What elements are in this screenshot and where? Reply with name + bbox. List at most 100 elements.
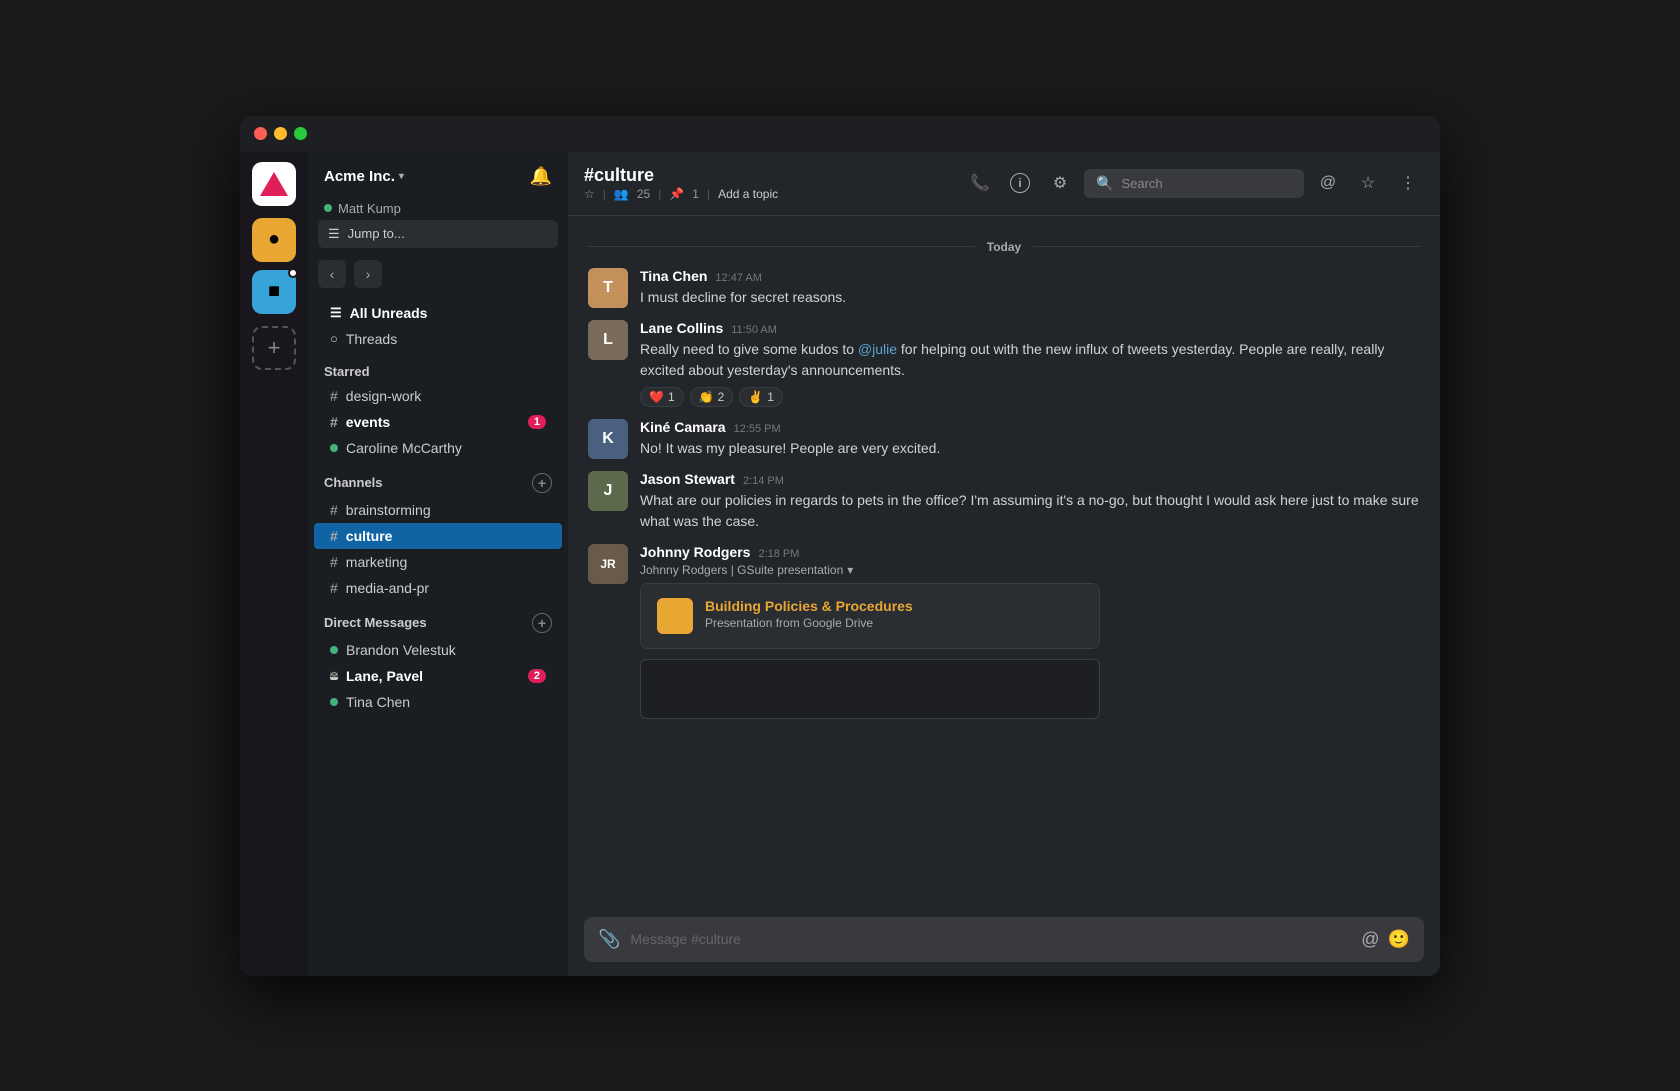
message-input-area: 📎 @ 🙂 bbox=[568, 907, 1440, 976]
message-author: Lane Collins bbox=[640, 320, 723, 336]
message-row: T Tina Chen 12:47 AM I must decline for … bbox=[568, 262, 1440, 314]
star-icon: ☆ bbox=[1361, 173, 1375, 193]
close-button[interactable] bbox=[254, 127, 267, 140]
pin-icon: 📌 bbox=[669, 187, 684, 201]
hash-icon: # bbox=[330, 554, 338, 570]
reactions-bar: ❤️ 1 👏 2 ✌️ 1 bbox=[640, 387, 1420, 407]
message-header: Kiné Camara 12:55 PM bbox=[640, 419, 1420, 435]
workspace-icon-blue[interactable]: ■ bbox=[252, 270, 296, 314]
channel-name-label: culture bbox=[346, 528, 393, 544]
sidebar-item-brandon[interactable]: Brandon Velestuk bbox=[314, 637, 562, 663]
gsuite-chevron-icon: ▾ bbox=[847, 563, 853, 577]
search-icon: 🔍 bbox=[1096, 175, 1113, 192]
workspace-name-text: Acme Inc. bbox=[324, 168, 395, 185]
header-actions: 📞 i ⚙ 🔍 @ ☆ bbox=[964, 167, 1424, 199]
sidebar-item-tina[interactable]: Tina Chen bbox=[314, 689, 562, 715]
channel-sidebar: Acme Inc. ▾ 🔔 Matt Kump ☰ Jump to... ‹ ›… bbox=[308, 152, 568, 976]
lane-badge: 2 bbox=[528, 669, 546, 683]
sidebar-item-culture[interactable]: # culture bbox=[314, 523, 562, 549]
info-icon: i bbox=[1010, 173, 1030, 193]
attachment-icon bbox=[657, 598, 693, 634]
message-header: Lane Collins 11:50 AM bbox=[640, 320, 1420, 336]
message-text: What are our policies in regards to pets… bbox=[640, 490, 1420, 532]
attach-icon[interactable]: 📎 bbox=[598, 929, 620, 950]
messages-area: Today T Tina Chen 12:47 AM I must declin… bbox=[568, 216, 1440, 907]
add-channel-button[interactable]: + bbox=[532, 473, 552, 493]
search-input[interactable] bbox=[1121, 176, 1292, 191]
sidebar-item-events[interactable]: # events 1 bbox=[314, 409, 562, 435]
add-dm-button[interactable]: + bbox=[532, 613, 552, 633]
message-input-box: 📎 @ 🙂 bbox=[584, 917, 1424, 962]
sidebar-item-caroline[interactable]: Caroline McCarthy bbox=[314, 435, 562, 461]
add-topic-link[interactable]: Add a topic bbox=[718, 187, 778, 201]
hash-icon: # bbox=[330, 528, 338, 544]
workspace-logo[interactable] bbox=[252, 162, 296, 206]
sidebar-header: Acme Inc. ▾ 🔔 bbox=[308, 152, 568, 197]
mention-button[interactable]: @ bbox=[1361, 929, 1379, 950]
mention-julie[interactable]: @julie bbox=[858, 341, 897, 357]
workspace-name[interactable]: Acme Inc. ▾ bbox=[324, 168, 404, 185]
app-window: ● ■ + Acme Inc. ▾ 🔔 Matt Kump ☰ bbox=[240, 116, 1440, 976]
nav-back-button[interactable]: ‹ bbox=[318, 260, 346, 288]
message-header: Tina Chen 12:47 AM bbox=[640, 268, 1420, 284]
sidebar-item-all-unreads[interactable]: ☰ All Unreads bbox=[314, 300, 562, 326]
jump-to-button[interactable]: ☰ Jump to... bbox=[318, 220, 558, 248]
emoji-button[interactable]: 🙂 bbox=[1388, 929, 1410, 950]
attachment-content: Building Policies & Procedures Presentat… bbox=[705, 598, 913, 630]
reaction-heart[interactable]: ❤️ 1 bbox=[640, 387, 684, 407]
dm-name-label: Lane, Pavel bbox=[346, 668, 423, 684]
message-input[interactable] bbox=[630, 931, 1351, 947]
reaction-peace[interactable]: ✌️ 1 bbox=[739, 387, 783, 407]
at-button[interactable]: @ bbox=[1312, 167, 1344, 199]
message-header: Johnny Rodgers 2:18 PM bbox=[640, 544, 1420, 560]
message-body: Kiné Camara 12:55 PM No! It was my pleas… bbox=[640, 419, 1420, 459]
attachment-subtitle: Presentation from Google Drive bbox=[705, 616, 913, 630]
user-status-bar: Matt Kump bbox=[308, 197, 568, 220]
message-time: 2:18 PM bbox=[758, 548, 799, 560]
channel-name-label: media-and-pr bbox=[346, 580, 429, 596]
sidebar-item-lane-pavel[interactable]: ✉ Lane, Pavel 2 bbox=[314, 663, 562, 689]
search-bar[interactable]: 🔍 bbox=[1084, 169, 1304, 198]
channel-name-label: events bbox=[346, 414, 390, 430]
star-channel-button[interactable]: ☆ bbox=[1352, 167, 1384, 199]
sidebar-item-design-work[interactable]: # design-work bbox=[314, 383, 562, 409]
avatar: T bbox=[588, 268, 628, 308]
sidebar-nav-buttons: ‹ › bbox=[308, 260, 568, 300]
user-online-dot bbox=[324, 204, 332, 212]
sidebar-item-brainstorming[interactable]: # brainstorming bbox=[314, 497, 562, 523]
avatar: K bbox=[588, 419, 628, 459]
message-text: Really need to give some kudos to @julie… bbox=[640, 339, 1420, 381]
message-body: Johnny Rodgers 2:18 PM Johnny Rodgers | … bbox=[640, 544, 1420, 719]
message-row: JR Johnny Rodgers 2:18 PM Johnny Rodgers… bbox=[568, 538, 1440, 725]
sidebar-item-marketing[interactable]: # marketing bbox=[314, 549, 562, 575]
add-workspace-button[interactable]: + bbox=[252, 326, 296, 370]
more-options-button[interactable]: ⋮ bbox=[1392, 167, 1424, 199]
channel-title-group: #culture ☆ | 👥 25 | 📌 1 | Add a topic bbox=[584, 165, 952, 201]
star-icon[interactable]: ☆ bbox=[584, 187, 595, 201]
message-time: 2:14 PM bbox=[743, 475, 784, 487]
attachment-title: Building Policies & Procedures bbox=[705, 598, 913, 614]
online-dot bbox=[330, 698, 338, 706]
avatar: JR bbox=[588, 544, 628, 584]
username-label: Matt Kump bbox=[338, 201, 401, 216]
hash-icon: # bbox=[330, 388, 338, 404]
nav-forward-button[interactable]: › bbox=[354, 260, 382, 288]
jump-label: Jump to... bbox=[348, 226, 405, 241]
workspace-icon-orange[interactable]: ● bbox=[252, 218, 296, 262]
info-button[interactable]: i bbox=[1004, 167, 1036, 199]
message-author: Jason Stewart bbox=[640, 471, 735, 487]
channel-header: #culture ☆ | 👥 25 | 📌 1 | Add a topic bbox=[568, 152, 1440, 216]
message-row: K Kiné Camara 12:55 PM No! It was my ple… bbox=[568, 413, 1440, 465]
date-line-left bbox=[588, 246, 975, 247]
settings-button[interactable]: ⚙ bbox=[1044, 167, 1076, 199]
hash-icon: # bbox=[330, 502, 338, 518]
reaction-clap[interactable]: 👏 2 bbox=[690, 387, 734, 407]
minimize-button[interactable] bbox=[274, 127, 287, 140]
notifications-icon[interactable]: 🔔 bbox=[530, 166, 552, 187]
online-dot bbox=[330, 444, 338, 452]
call-button[interactable]: 📞 bbox=[964, 167, 996, 199]
sidebar-item-threads[interactable]: ○ Threads bbox=[314, 326, 562, 352]
sidebar-item-media-and-pr[interactable]: # media-and-pr bbox=[314, 575, 562, 601]
attachment-card[interactable]: Building Policies & Procedures Presentat… bbox=[640, 583, 1100, 649]
maximize-button[interactable] bbox=[294, 127, 307, 140]
